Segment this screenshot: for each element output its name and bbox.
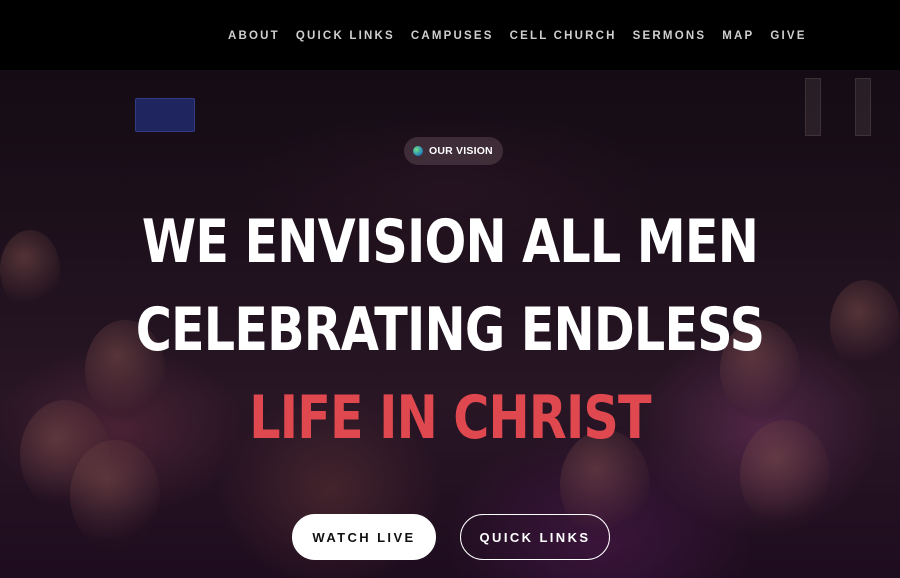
hero-section: OUR VISION WE ENVISION ALL MEN CELEBRATI… (0, 70, 900, 578)
globe-icon (413, 146, 423, 156)
nav-item-map[interactable]: MAP (722, 30, 754, 42)
nav-item-cell-church[interactable]: CELL CHURCH (510, 30, 617, 42)
nav-item-sermons[interactable]: SERMONS (633, 30, 707, 42)
hero-headline: WE ENVISION ALL MEN CELEBRATING ENDLESS … (81, 198, 819, 462)
headline-line-2: CELEBRATING ENDLESS (135, 295, 765, 365)
headline-line-3: LIFE IN CHRIST (249, 383, 651, 453)
our-vision-label: OUR VISION (429, 145, 493, 157)
quick-links-button[interactable]: QUICK LINKS (460, 514, 610, 560)
top-navigation-bar: ABOUT QUICK LINKS CAMPUSES CELL CHURCH S… (0, 0, 900, 70)
main-nav: ABOUT QUICK LINKS CAMPUSES CELL CHURCH S… (228, 30, 823, 42)
nav-item-about[interactable]: ABOUT (228, 30, 280, 42)
our-vision-badge: OUR VISION (404, 137, 503, 165)
nav-item-campuses[interactable]: CAMPUSES (411, 30, 494, 42)
nav-item-give[interactable]: GIVE (770, 30, 806, 42)
watch-live-button[interactable]: WATCH LIVE (292, 514, 436, 560)
headline-line-1: WE ENVISION ALL MEN (141, 207, 759, 277)
nav-item-quick-links[interactable]: QUICK LINKS (296, 30, 395, 42)
